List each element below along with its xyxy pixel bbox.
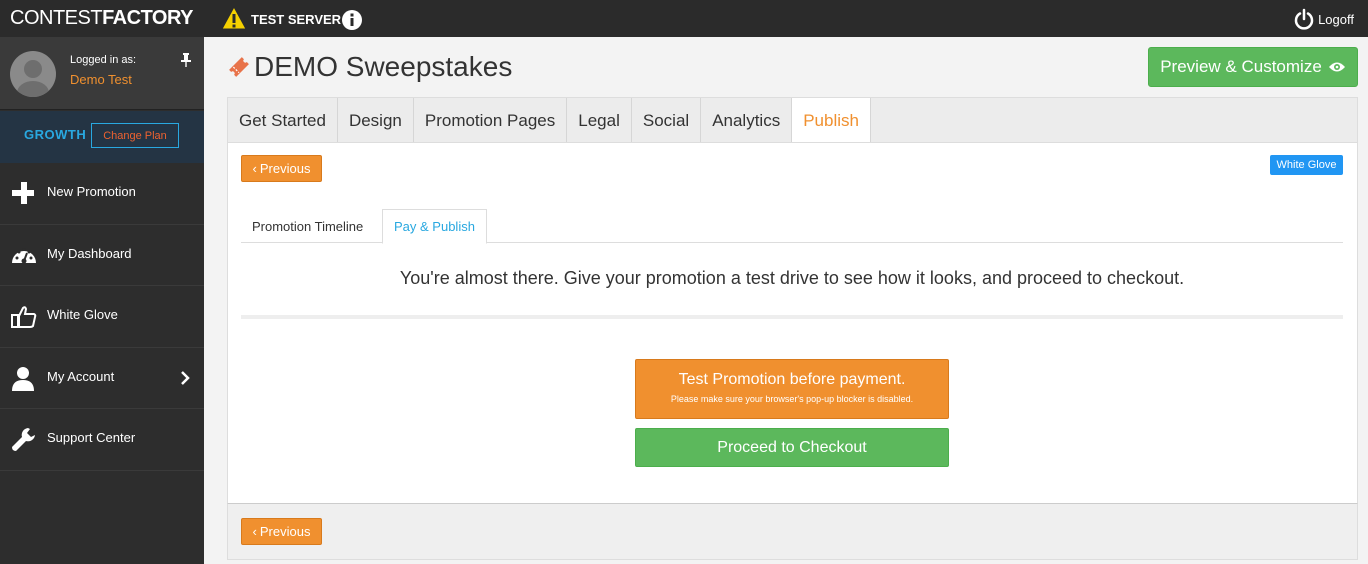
chevron-left-icon: ‹ bbox=[252, 161, 257, 176]
ticket-icon bbox=[229, 57, 249, 77]
test-button-note: Please make sure your browser's pop-up b… bbox=[670, 394, 914, 404]
user-silhouette-icon bbox=[17, 60, 49, 97]
proceed-checkout-button[interactable]: Proceed to Checkout bbox=[635, 428, 949, 467]
publish-subtabs: Promotion Timeline Pay & Publish bbox=[241, 209, 1343, 244]
test-promotion-button[interactable]: Test Promotion before payment. Please ma… bbox=[635, 359, 949, 419]
previous-label: Previous bbox=[259, 524, 311, 539]
sidebar-item-white-glove[interactable]: White Glove bbox=[0, 286, 204, 348]
previous-button-bottom[interactable]: ‹ Previous bbox=[241, 518, 322, 545]
divider bbox=[241, 315, 1343, 319]
pin-icon[interactable] bbox=[180, 53, 192, 67]
subtab-pay-publish[interactable]: Pay & Publish bbox=[382, 209, 487, 244]
eye-icon bbox=[1328, 62, 1345, 72]
chevron-left-icon: ‹ bbox=[252, 524, 257, 539]
thumbs-up-icon bbox=[11, 306, 37, 328]
top-bar: CONTESTFACTORY TEST SERVER Logoff bbox=[0, 0, 1368, 37]
user-name[interactable]: Demo Test bbox=[70, 72, 132, 87]
test-button-title: Test Promotion before payment. bbox=[678, 371, 906, 388]
user-icon bbox=[12, 366, 34, 391]
tab-get-started[interactable]: Get Started bbox=[228, 98, 338, 143]
power-icon bbox=[1294, 8, 1314, 30]
user-box: Logged in as: Demo Test bbox=[0, 37, 204, 110]
plus-icon bbox=[12, 182, 34, 204]
test-server-label: TEST SERVER bbox=[251, 12, 342, 27]
previous-label: Previous bbox=[259, 161, 311, 176]
sidebar-nav: New Promotion My Dashboard White Glove M… bbox=[0, 163, 204, 471]
preview-customize-button[interactable]: Preview & Customize bbox=[1148, 47, 1358, 87]
white-glove-button[interactable]: White Glove bbox=[1270, 155, 1343, 175]
tab-design[interactable]: Design bbox=[338, 98, 414, 143]
chevron-right-icon bbox=[181, 370, 190, 385]
intro-text: You're almost there. Give your promotion… bbox=[399, 268, 1185, 288]
subtab-promotion-timeline[interactable]: Promotion Timeline bbox=[241, 209, 374, 243]
sidebar-item-label: White Glove bbox=[47, 307, 118, 322]
logoff-label: Logoff bbox=[1318, 11, 1354, 27]
dashboard-icon bbox=[12, 247, 36, 263]
logo-text-light: CONTEST bbox=[10, 7, 103, 29]
preview-label: Preview & Customize bbox=[1160, 57, 1322, 76]
sidebar-item-my-dashboard[interactable]: My Dashboard bbox=[0, 225, 204, 286]
tab-promotion-pages[interactable]: Promotion Pages bbox=[414, 98, 568, 143]
info-circle-icon[interactable] bbox=[341, 9, 363, 31]
sidebar: Logged in as: Demo Test GROWTH Change Pl… bbox=[0, 37, 204, 564]
logo-text-bold: FACTORY bbox=[102, 7, 194, 29]
contestfactory-logo[interactable]: CONTESTFACTORY bbox=[10, 7, 194, 30]
sidebar-item-label: My Account bbox=[47, 368, 115, 384]
tab-publish[interactable]: Publish bbox=[792, 98, 871, 144]
plan-name: GROWTH bbox=[24, 127, 87, 142]
logoff-button[interactable]: Logoff bbox=[1293, 8, 1354, 30]
wrench-icon bbox=[12, 428, 35, 451]
plan-box: GROWTH Change Plan bbox=[0, 111, 204, 163]
sidebar-item-new-promotion[interactable]: New Promotion bbox=[0, 163, 204, 225]
sidebar-item-my-account[interactable]: My Account bbox=[0, 348, 204, 409]
page-title: DEMO Sweepstakes bbox=[254, 51, 513, 82]
sidebar-item-label: My Dashboard bbox=[47, 245, 132, 261]
avatar[interactable] bbox=[10, 51, 56, 97]
logged-in-label: Logged in as: bbox=[70, 54, 137, 66]
sidebar-item-label: Support Center bbox=[47, 430, 136, 445]
tab-analytics[interactable]: Analytics bbox=[701, 98, 793, 143]
tab-legal[interactable]: Legal bbox=[567, 98, 632, 143]
panel-footer bbox=[227, 503, 1358, 560]
change-plan-button[interactable]: Change Plan bbox=[91, 123, 179, 148]
tab-social[interactable]: Social bbox=[632, 98, 702, 143]
sidebar-item-support-center[interactable]: Support Center bbox=[0, 409, 204, 471]
sidebar-item-label: New Promotion bbox=[47, 184, 136, 199]
warning-triangle-icon bbox=[221, 6, 247, 30]
promotion-tabs: Get Started Design Promotion Pages Legal… bbox=[227, 97, 1358, 144]
previous-button-top[interactable]: ‹ Previous bbox=[241, 155, 322, 182]
